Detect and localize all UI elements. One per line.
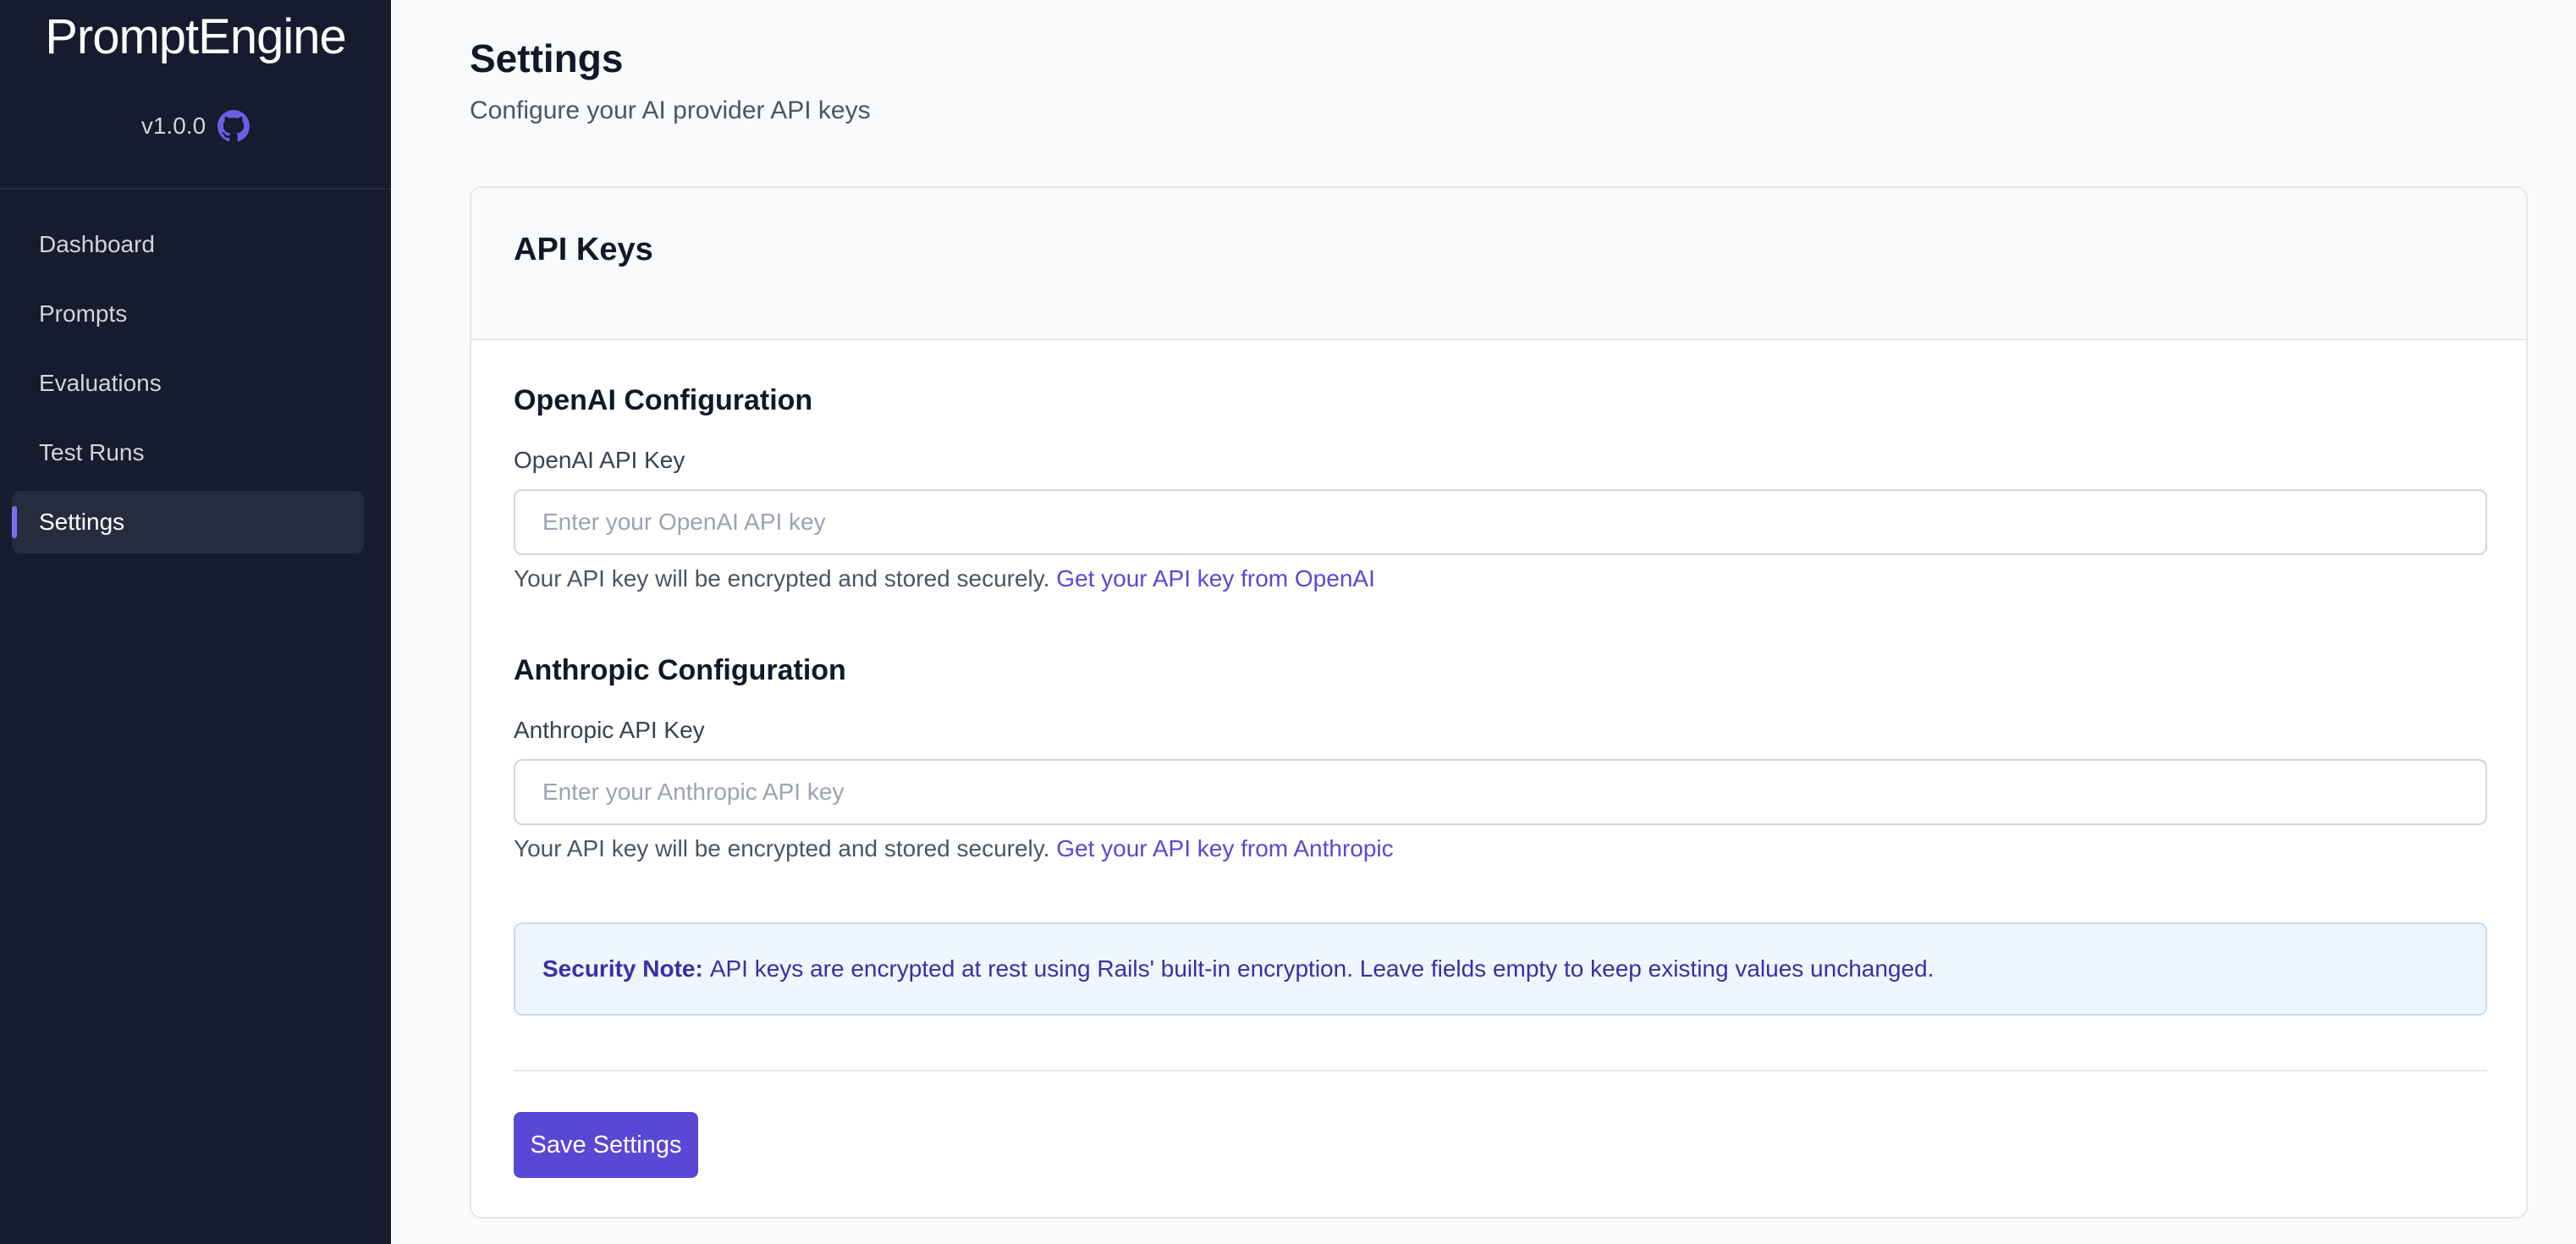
anthropic-api-key-link[interactable]: Get your API key from Anthropic [1056,835,1393,861]
sidebar: PromptEngine v1.0.0 Dashboard Prompts Ev… [0,0,391,1244]
card-header: API Keys [471,188,2526,340]
sidebar-item-settings[interactable]: Settings [12,491,364,553]
sidebar-item-dashboard[interactable]: Dashboard [12,213,364,276]
api-keys-card: API Keys OpenAI Configuration OpenAI API… [470,186,2528,1219]
anthropic-key-input[interactable] [514,759,2487,825]
version-label: v1.0.0 [140,113,206,139]
sidebar-nav: Dashboard Prompts Evaluations Test Runs … [12,213,364,560]
openai-api-key-link[interactable]: Get your API key from OpenAI [1056,565,1375,592]
anthropic-help-text: Your API key will be encrypted and store… [514,835,1050,861]
page-subtitle: Configure your AI provider API keys [470,96,871,124]
sidebar-item-test-runs[interactable]: Test Runs [12,421,364,484]
github-icon[interactable] [217,110,250,142]
security-note-text: API keys are encrypted at rest using Rai… [709,955,1935,982]
card-title: API Keys [514,232,653,267]
openai-help: Your API key will be encrypted and store… [514,565,1375,592]
app-logo: PromptEngine [45,9,347,64]
sidebar-item-prompts[interactable]: Prompts [12,283,364,345]
save-settings-button[interactable]: Save Settings [514,1112,698,1178]
anthropic-section-title: Anthropic Configuration [514,654,846,686]
page-title: Settings [470,36,624,80]
anthropic-key-label: Anthropic API Key [514,717,705,743]
form-divider [514,1070,2487,1071]
openai-section-title: OpenAI Configuration [514,384,813,416]
openai-key-label: OpenAI API Key [514,447,685,473]
version-row: v1.0.0 [0,110,391,142]
sidebar-item-evaluations[interactable]: Evaluations [12,352,364,415]
openai-help-text: Your API key will be encrypted and store… [514,565,1050,592]
security-note: Security Note: API keys are encrypted at… [514,922,2487,1016]
anthropic-help: Your API key will be encrypted and store… [514,835,1394,862]
sidebar-divider [0,188,391,190]
openai-key-input[interactable] [514,489,2487,555]
security-note-label: Security Note: [542,955,703,982]
